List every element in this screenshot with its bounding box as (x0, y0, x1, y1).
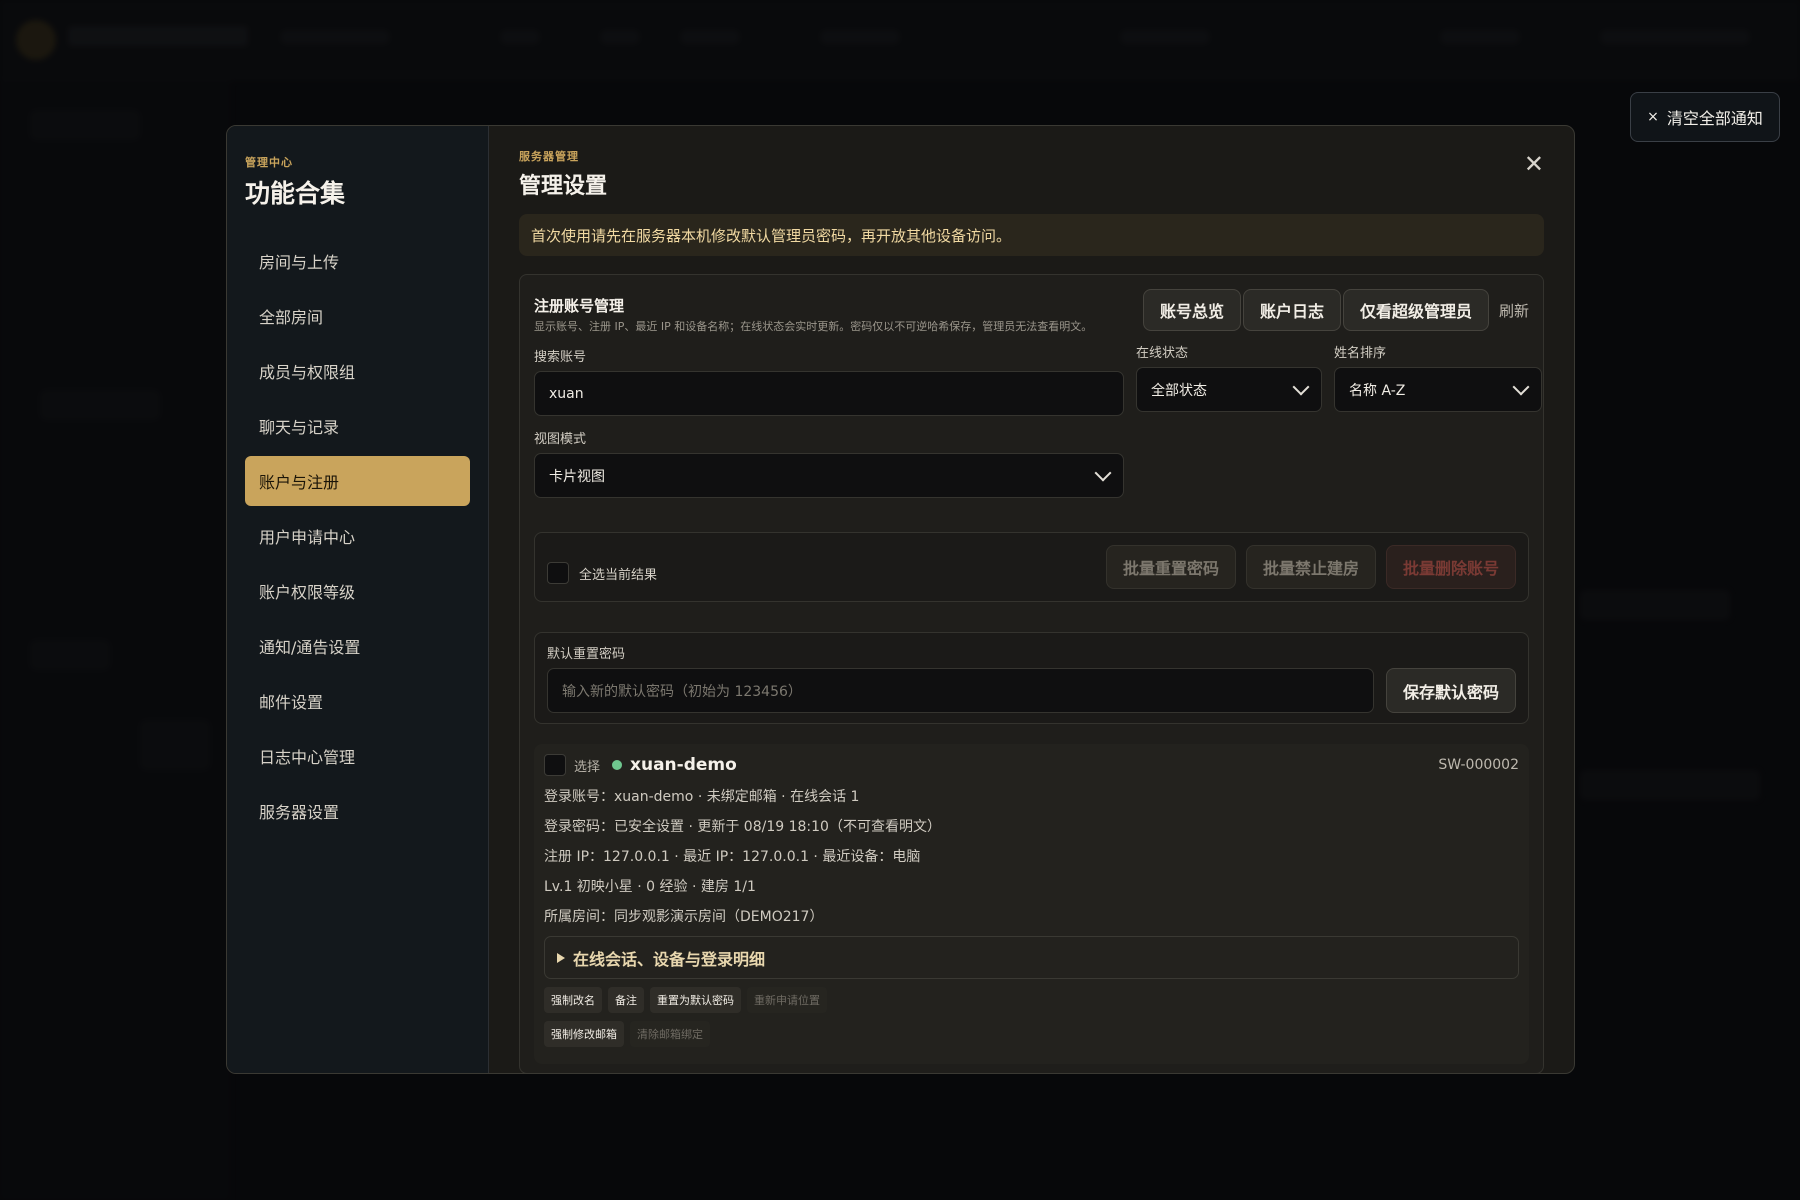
account-actions-row-2: 强制修改邮箱 清除邮箱绑定 (544, 1021, 1519, 1047)
sidebar-item-accounts-registration[interactable]: 账户与注册 (245, 456, 470, 506)
note-button[interactable]: 备注 (608, 987, 644, 1013)
main-eyebrow: 服务器管理 (519, 150, 579, 163)
default-password-box: 默认重置密码 输入新的默认密码（初始为 123456） 保存默认密码 (534, 632, 1529, 724)
super-admin-filter-button[interactable]: 仅看超级管理员 (1342, 289, 1489, 331)
close-icon: × (1647, 109, 1659, 125)
status-value: 全部状态 (1151, 382, 1207, 399)
sidebar-item-rooms-upload[interactable]: 房间与上传 (245, 236, 470, 286)
view-select[interactable]: 卡片视图 (534, 453, 1124, 498)
status-field: 在线状态 全部状态 (1136, 342, 1322, 416)
search-label: 搜索账号 (534, 350, 587, 365)
batch-ban-create-room-button[interactable]: 批量禁止建房 (1245, 545, 1376, 589)
account-log-button[interactable]: 账户日志 (1242, 289, 1341, 331)
sidebar-item-account-levels[interactable]: 账户权限等级 (245, 566, 470, 616)
caret-right-icon (557, 952, 565, 963)
save-default-password-button[interactable]: 保存默认密码 (1385, 668, 1516, 713)
security-notice: 首次使用请先在服务器本机修改默认管理员密码，再开放其他设备访问。 (519, 214, 1544, 256)
clear-notifications-label: 清空全部通知 (1666, 109, 1763, 128)
view-label: 视图模式 (534, 432, 587, 447)
sort-select[interactable]: 名称 A-Z (1334, 367, 1542, 412)
modal-main: 服务器管理 管理设置 ✕ 首次使用请先在服务器本机修改默认管理员密码，再开放其他… (489, 126, 1574, 1073)
chevron-down-icon (1292, 378, 1310, 395)
sidebar-nav: 房间与上传 全部房间 成员与权限组 聊天与记录 账户与注册 用户申请中心 账户权… (245, 236, 470, 836)
session-details-toggle[interactable]: 在线会话、设备与登录明细 (544, 936, 1519, 979)
chevron-down-icon (1094, 464, 1112, 481)
chevron-down-icon (1512, 378, 1530, 395)
sidebar-item-user-requests[interactable]: 用户申请中心 (245, 511, 470, 561)
account-actions-row-1: 强制改名 备注 重置为默认密码 重新申请位置 (544, 987, 1519, 1013)
select-all-group: 全选当前结果 (547, 550, 657, 584)
batch-delete-accounts-button[interactable]: 批量删除账号 (1385, 545, 1516, 589)
panel-actions: 账号总览 账户日志 仅看超级管理员 刷新 (1142, 289, 1529, 331)
select-all-label: 全选当前结果 (579, 567, 658, 583)
account-select-checkbox[interactable] (544, 754, 566, 776)
sidebar-item-server-settings[interactable]: 服务器设置 (245, 786, 470, 836)
clear-email-binding-button[interactable]: 清除邮箱绑定 (630, 1021, 710, 1047)
sidebar-title: 功能合集 (245, 179, 346, 208)
account-card-title-group: 选择 xuan-demo (544, 754, 737, 776)
account-room-info: 所属房间：同步观影演示房间（DEMO217） (544, 909, 824, 925)
search-field: 搜索账号 xuan (534, 342, 1124, 416)
batch-actions-bar: 全选当前结果 批量重置密码 批量禁止建房 批量删除账号 (534, 532, 1529, 602)
close-icon[interactable]: ✕ (1524, 150, 1544, 178)
account-id: SW-000002 (1438, 757, 1519, 773)
force-rename-button[interactable]: 强制改名 (544, 987, 602, 1013)
account-password-info: 登录密码：已安全设置 · 更新于 08/19 18:10（不可查看明文） (544, 819, 941, 835)
modal-sidebar: 管理中心 功能合集 房间与上传 全部房间 成员与权限组 聊天与记录 账户与注册 … (227, 126, 489, 1073)
search-value: xuan (549, 385, 584, 402)
panel-subtitle: 显示账号、注册 IP、最近 IP 和设备名称；在线状态会实时更新。密码仅以不可逆… (534, 320, 1093, 333)
batch-buttons: 批量重置密码 批量禁止建房 批量删除账号 (1105, 545, 1516, 589)
reset-default-password-button[interactable]: 重置为默认密码 (650, 987, 741, 1013)
account-login-info: 登录账号：xuan-demo · 未绑定邮箱 · 在线会话 1 (544, 789, 860, 805)
default-password-label: 默认重置密码 (547, 647, 626, 662)
view-field: 视图模式 卡片视图 (534, 428, 1124, 498)
sidebar-item-members-groups[interactable]: 成员与权限组 (245, 346, 470, 396)
admin-modal: 管理中心 功能合集 房间与上传 全部房间 成员与权限组 聊天与记录 账户与注册 … (226, 125, 1575, 1074)
account-overview-button[interactable]: 账号总览 (1142, 289, 1241, 331)
account-card-header: 选择 xuan-demo SW-000002 (544, 754, 1519, 776)
online-status-dot (612, 760, 623, 770)
sidebar-item-chat-records[interactable]: 聊天与记录 (245, 401, 470, 451)
refresh-link[interactable]: 刷新 (1499, 300, 1529, 321)
sort-value: 名称 A-Z (1349, 382, 1406, 399)
account-level-info: Lv.1 初映小星 · 0 经验 · 建房 1/1 (544, 879, 756, 895)
view-value: 卡片视图 (549, 468, 605, 485)
sidebar-eyebrow: 管理中心 (245, 156, 293, 169)
status-label: 在线状态 (1136, 346, 1189, 361)
search-input[interactable]: xuan (534, 371, 1124, 416)
account-ip-info: 注册 IP：127.0.0.1 · 最近 IP：127.0.0.1 · 最近设备… (544, 849, 921, 865)
sort-label: 姓名排序 (1334, 346, 1387, 361)
sidebar-item-mail-settings[interactable]: 邮件设置 (245, 676, 470, 726)
account-select-label: 选择 (574, 759, 601, 775)
force-change-email-button[interactable]: 强制修改邮箱 (544, 1021, 624, 1047)
page-title: 管理设置 (519, 174, 608, 199)
status-select[interactable]: 全部状态 (1136, 367, 1322, 412)
panel-heading: 注册账号管理 显示账号、注册 IP、最近 IP 和设备名称；在线状态会实时更新。… (534, 289, 1092, 334)
batch-reset-password-button[interactable]: 批量重置密码 (1105, 545, 1236, 589)
clear-notifications-button[interactable]: × 清空全部通知 (1630, 92, 1780, 142)
session-details-label: 在线会话、设备与登录明细 (573, 949, 766, 969)
filter-grid: 搜索账号 xuan 在线状态 全部状态 姓名排序 名称 A-Z 视图模式 卡片视… (534, 342, 1542, 498)
panel-title: 注册账号管理 (534, 297, 625, 315)
default-password-row: 输入新的默认密码（初始为 123456） 保存默认密码 (547, 668, 1516, 713)
sidebar-item-notice-settings[interactable]: 通知/通告设置 (245, 621, 470, 671)
panel-header: 注册账号管理 显示账号、注册 IP、最近 IP 和设备名称；在线状态会实时更新。… (534, 289, 1529, 334)
select-all-checkbox[interactable] (547, 562, 569, 584)
account-card: 选择 xuan-demo SW-000002 登录账号：xuan-demo · … (534, 744, 1529, 1064)
sort-field: 姓名排序 名称 A-Z (1334, 342, 1542, 416)
account-management-panel: 注册账号管理 显示账号、注册 IP、最近 IP 和设备名称；在线状态会实时更新。… (519, 274, 1544, 1073)
default-password-input[interactable]: 输入新的默认密码（初始为 123456） (547, 668, 1374, 713)
sidebar-item-log-center[interactable]: 日志中心管理 (245, 731, 470, 781)
default-password-placeholder: 输入新的默认密码（初始为 123456） (562, 683, 802, 700)
reapply-location-button[interactable]: 重新申请位置 (747, 987, 827, 1013)
account-name: xuan-demo (630, 755, 737, 775)
sidebar-item-all-rooms[interactable]: 全部房间 (245, 291, 470, 341)
